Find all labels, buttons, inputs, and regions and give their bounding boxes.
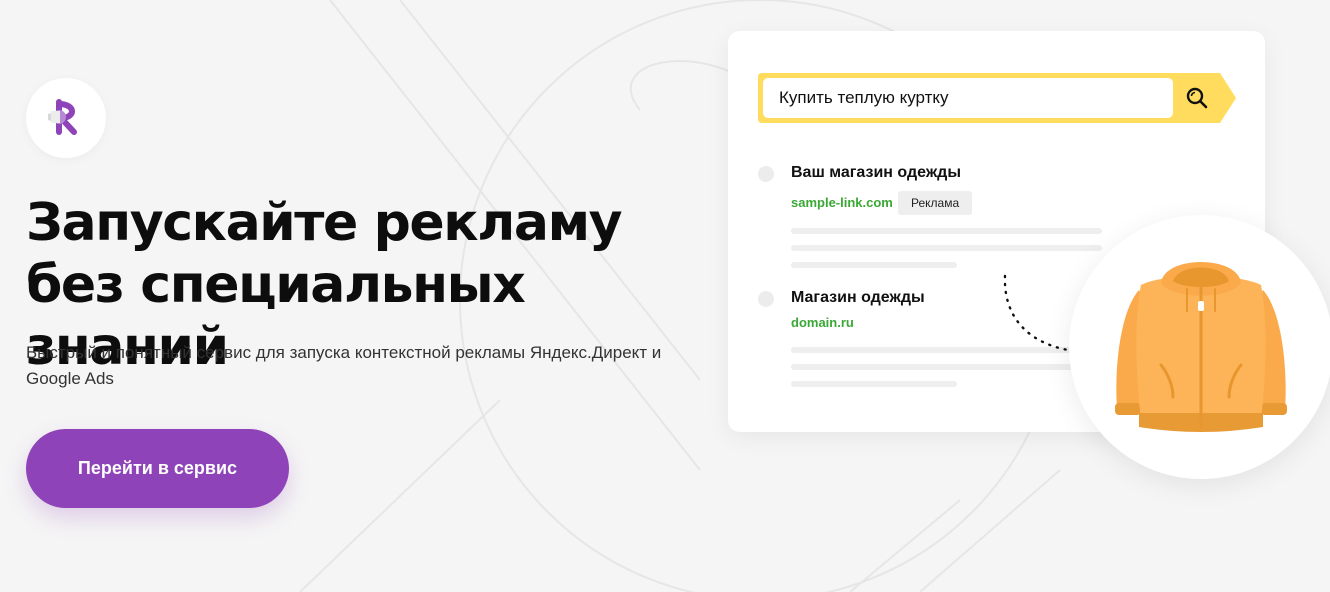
go-to-service-button[interactable]: Перейти в сервис	[26, 429, 289, 508]
search-button[interactable]	[1180, 82, 1214, 114]
result-text-line	[791, 262, 957, 268]
result-title[interactable]: Ваш магазин одежды	[791, 164, 961, 182]
hero-subtitle: Быстрый и понятный сервис для запуска ко…	[26, 343, 662, 388]
jacket-icon	[1115, 262, 1287, 432]
result-text-line	[791, 381, 957, 387]
product-image	[1069, 215, 1330, 479]
ad-badge: Реклама	[898, 191, 973, 215]
search-result-ad[interactable]: Ваш магазин одежды sample-link.com Рекла…	[758, 164, 1118, 274]
result-link[interactable]: sample-link.com	[791, 195, 893, 210]
result-title[interactable]: Магазин одежды	[791, 289, 925, 307]
megaphone-r-logo-icon	[48, 99, 77, 135]
result-bullet	[758, 166, 774, 182]
result-bullet	[758, 291, 774, 307]
search-icon	[1186, 87, 1208, 109]
search-input[interactable]	[763, 78, 1173, 118]
result-text-line	[791, 228, 1102, 234]
result-text-line	[791, 245, 1102, 251]
logo[interactable]	[26, 78, 106, 158]
result-link[interactable]: domain.ru	[791, 315, 854, 330]
search-bar	[758, 73, 1236, 123]
